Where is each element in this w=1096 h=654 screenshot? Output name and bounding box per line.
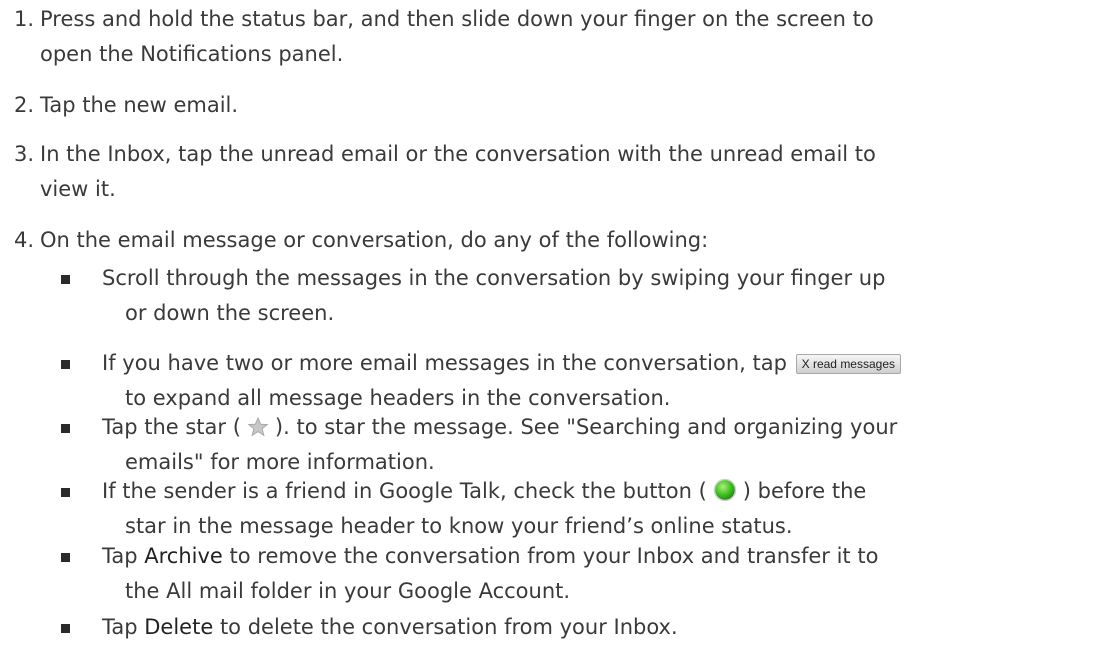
step-text-continued: open the Notifications panel. — [40, 42, 344, 66]
step-number: 2. — [14, 93, 35, 117]
step-number: 3. — [14, 142, 35, 166]
step-text: Tap the new email. — [40, 93, 239, 117]
step-text-continued: view it. — [40, 177, 116, 201]
step-number: 1. — [14, 7, 35, 31]
bullet-text-continued: or down the screen. — [125, 301, 335, 325]
document-page: 1. Press and hold the status bar, and the… — [0, 0, 1096, 654]
read-messages-button: X read messages — [795, 354, 902, 374]
bullet-delete: Tap Delete to delete the conversation fr… — [61, 610, 1070, 645]
bullet-text: Tap — [102, 544, 138, 568]
star-icon — [247, 416, 269, 437]
step-text: On the email message or conversation, do… — [40, 228, 709, 252]
step-1: 1. Press and hold the status bar, and the… — [14, 2, 1084, 72]
bullet-text-after-label: to delete the conversation from your Inb… — [219, 615, 678, 639]
bullet-text: Tap the star ( — [102, 415, 241, 439]
bullet-text-after-label: to remove the conversation from your Inb… — [229, 544, 879, 568]
delete-label: Delete — [144, 615, 214, 639]
bullet-text-after-icon: ) before the — [742, 479, 867, 503]
bullet-text: If the sender is a friend in Google Talk… — [102, 479, 707, 503]
bullet-text: Scroll through the messages in the conve… — [102, 266, 886, 290]
bullet-read-messages: If you have two or more email messages i… — [61, 346, 1070, 416]
bullet-text: If you have two or more email messages i… — [102, 351, 787, 375]
bullet-text: Tap — [102, 615, 138, 639]
step-text: In the Inbox, tap the unread email or th… — [40, 142, 876, 166]
step-2: 2. Tap the new email. — [14, 88, 1084, 123]
step-number: 4. — [14, 228, 35, 252]
step-text: Press and hold the status bar, and then … — [40, 7, 874, 31]
bullet-presence: If the sender is a friend in Google Talk… — [61, 474, 1070, 544]
bullet-archive: Tap Archive to remove the conversation f… — [61, 539, 1070, 609]
step-3: 3. In the Inbox, tap the unread email or … — [14, 137, 1084, 207]
bullet-text-continued: the All mail folder in your Google Accou… — [125, 579, 571, 603]
bullet-scroll: Scroll through the messages in the conve… — [61, 261, 1070, 331]
step-4: 4. On the email message or conversation, … — [14, 223, 1084, 258]
bullet-text-after-icon: ). to star the message. See "Searching a… — [274, 415, 898, 439]
archive-label: Archive — [144, 544, 223, 568]
presence-status-icon — [713, 478, 737, 502]
bullet-star: Tap the star ( ). to star the message. Se… — [61, 410, 1070, 480]
